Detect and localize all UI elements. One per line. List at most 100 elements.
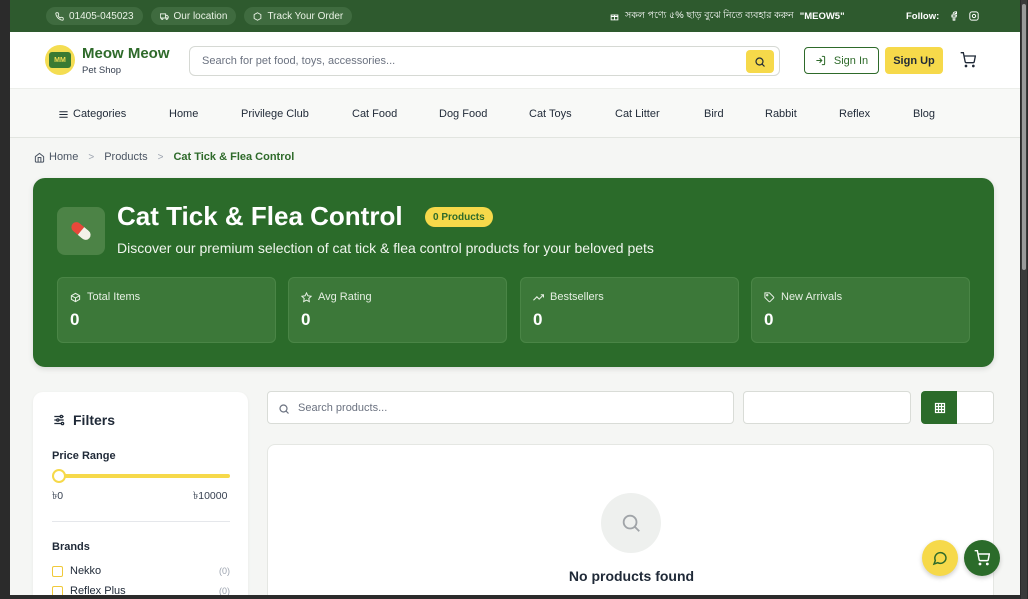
track-order-label: Track Your Order	[267, 10, 344, 22]
brand-option[interactable]: Reflex Plus (0)	[52, 583, 230, 595]
filters-heading: Filters	[52, 412, 115, 428]
sign-in-button[interactable]: Sign In	[804, 47, 879, 74]
nav-item-bird[interactable]: Bird	[704, 89, 724, 139]
facebook-icon[interactable]	[949, 11, 959, 21]
search-icon	[622, 514, 640, 532]
phone-pill[interactable]: 01405-045023	[46, 7, 143, 25]
product-results: No products found	[267, 444, 994, 595]
breadcrumb-current: Cat Tick & Flea Control	[173, 151, 295, 163]
stat-value: 0	[301, 310, 311, 329]
brand-name: Nekko	[70, 565, 102, 577]
sort-select[interactable]	[743, 391, 911, 424]
product-search-input[interactable]	[298, 398, 698, 418]
social-follow: Follow:	[906, 0, 979, 32]
search-icon	[279, 404, 289, 414]
stat-label-row: Avg Rating	[301, 291, 372, 303]
stat-label: Avg Rating	[318, 291, 372, 303]
grid-view-button[interactable]	[921, 391, 958, 424]
nav-item-reflex[interactable]: Reflex	[839, 89, 870, 139]
nav-item-cat-litter[interactable]: Cat Litter	[615, 89, 660, 139]
nav-item-blog[interactable]: Blog	[913, 89, 935, 139]
menu-icon	[59, 110, 68, 118]
list-view-button[interactable]	[957, 391, 994, 424]
nav-item-cat-food[interactable]: Cat Food	[352, 89, 397, 139]
stat-label-row: Bestsellers	[533, 291, 604, 303]
breadcrumb-separator: >	[88, 151, 95, 163]
price-range-label: Price Range	[52, 450, 116, 462]
filters-panel: Filters Price Range ৳0 ৳10000 Brands Nek…	[33, 392, 248, 595]
sliders-icon	[54, 414, 65, 426]
price-range-slider[interactable]	[52, 474, 230, 478]
brand-count: (0)	[219, 566, 230, 576]
brands-label: Brands	[52, 541, 90, 553]
instagram-icon[interactable]	[969, 11, 979, 21]
stat-label-row: New Arrivals	[764, 291, 842, 303]
brand-name[interactable]: Meow Meow	[82, 45, 170, 62]
nav-item-dog-food[interactable]: Dog Food	[439, 89, 487, 139]
price-max: ৳10000	[193, 490, 228, 502]
promo-code: "MEOW5"	[799, 10, 845, 22]
chat-button[interactable]	[922, 540, 958, 576]
site-search	[189, 46, 780, 76]
window-edge-left	[0, 0, 10, 599]
divider	[52, 521, 230, 522]
product-search	[267, 391, 734, 424]
floating-cart-button[interactable]	[964, 540, 1000, 576]
package-icon	[254, 11, 262, 21]
phone-number: 01405-045023	[69, 10, 134, 22]
filters-title: Filters	[73, 412, 116, 428]
empty-state-icon	[601, 493, 661, 553]
nav-item-privilege-club[interactable]: Privilege Club	[241, 89, 309, 139]
price-min: ৳0	[52, 490, 64, 502]
sign-up-button[interactable]: Sign Up	[885, 47, 943, 74]
track-order-pill[interactable]: Track Your Order	[244, 7, 353, 25]
trend-up-icon	[533, 293, 544, 301]
brand-checkbox[interactable]	[52, 565, 63, 577]
logo-mark: MM	[49, 52, 71, 68]
stat-label: New Arrivals	[781, 291, 843, 303]
location-pill[interactable]: Our location	[150, 7, 237, 25]
brand-checkbox[interactable]	[52, 585, 63, 595]
site-search-input[interactable]	[202, 47, 742, 75]
nav-item-home[interactable]: Home	[169, 89, 198, 139]
brand-option[interactable]: Nekko (0)	[52, 563, 230, 579]
nav-item-rabbit[interactable]: Rabbit	[765, 89, 797, 139]
breadcrumb-separator: >	[157, 151, 164, 163]
grid-icon	[934, 402, 945, 413]
top-bar: 01405-045023 Our location Track Your Ord…	[10, 0, 1020, 32]
empty-state-text: No products found	[568, 568, 695, 584]
price-range-handle[interactable]	[52, 469, 66, 483]
sign-in-label: Sign In	[833, 54, 869, 67]
breadcrumb-products[interactable]: Products	[104, 151, 147, 163]
search-icon	[755, 56, 765, 67]
breadcrumb-home[interactable]: Home	[49, 151, 78, 163]
scrollbar-thumb[interactable]	[1022, 4, 1026, 270]
star-icon	[301, 291, 312, 303]
stat-new-arrivals: New Arrivals 0	[751, 277, 970, 343]
page-description: Discover our premium selection of cat ti…	[117, 240, 654, 256]
nav-categories[interactable]: Categories	[58, 89, 126, 139]
capsule-icon	[71, 222, 91, 240]
stat-label-row: Total Items	[70, 291, 140, 303]
brand-logo[interactable]: MM	[45, 45, 75, 75]
cart-icon	[974, 550, 990, 566]
stat-value: 0	[70, 310, 80, 329]
stat-value: 0	[533, 310, 543, 329]
location-label: Our location	[173, 10, 228, 22]
stat-value: 0	[764, 310, 774, 329]
site-header: MM Meow Meow Pet Shop Sign In Sign Up	[10, 32, 1020, 88]
chat-icon	[932, 551, 947, 566]
search-button[interactable]	[746, 50, 774, 73]
breadcrumb: Home > Products > Cat Tick & Flea Contro…	[34, 151, 294, 163]
brand-subtitle: Pet Shop	[82, 65, 122, 76]
login-icon	[816, 55, 826, 66]
brand-name: Reflex Plus	[70, 585, 126, 595]
stat-label: Bestsellers	[550, 291, 604, 303]
product-count-badge: 0 Products	[425, 207, 493, 227]
page-title: Cat Tick & Flea Control	[117, 201, 403, 231]
nav-item-cat-toys[interactable]: Cat Toys	[529, 89, 572, 139]
stat-total-items: Total Items 0	[57, 277, 276, 343]
category-hero: Cat Tick & Flea Control 0 Products Disco…	[33, 178, 994, 367]
tag-icon	[764, 291, 775, 302]
cart-icon[interactable]	[960, 52, 976, 68]
